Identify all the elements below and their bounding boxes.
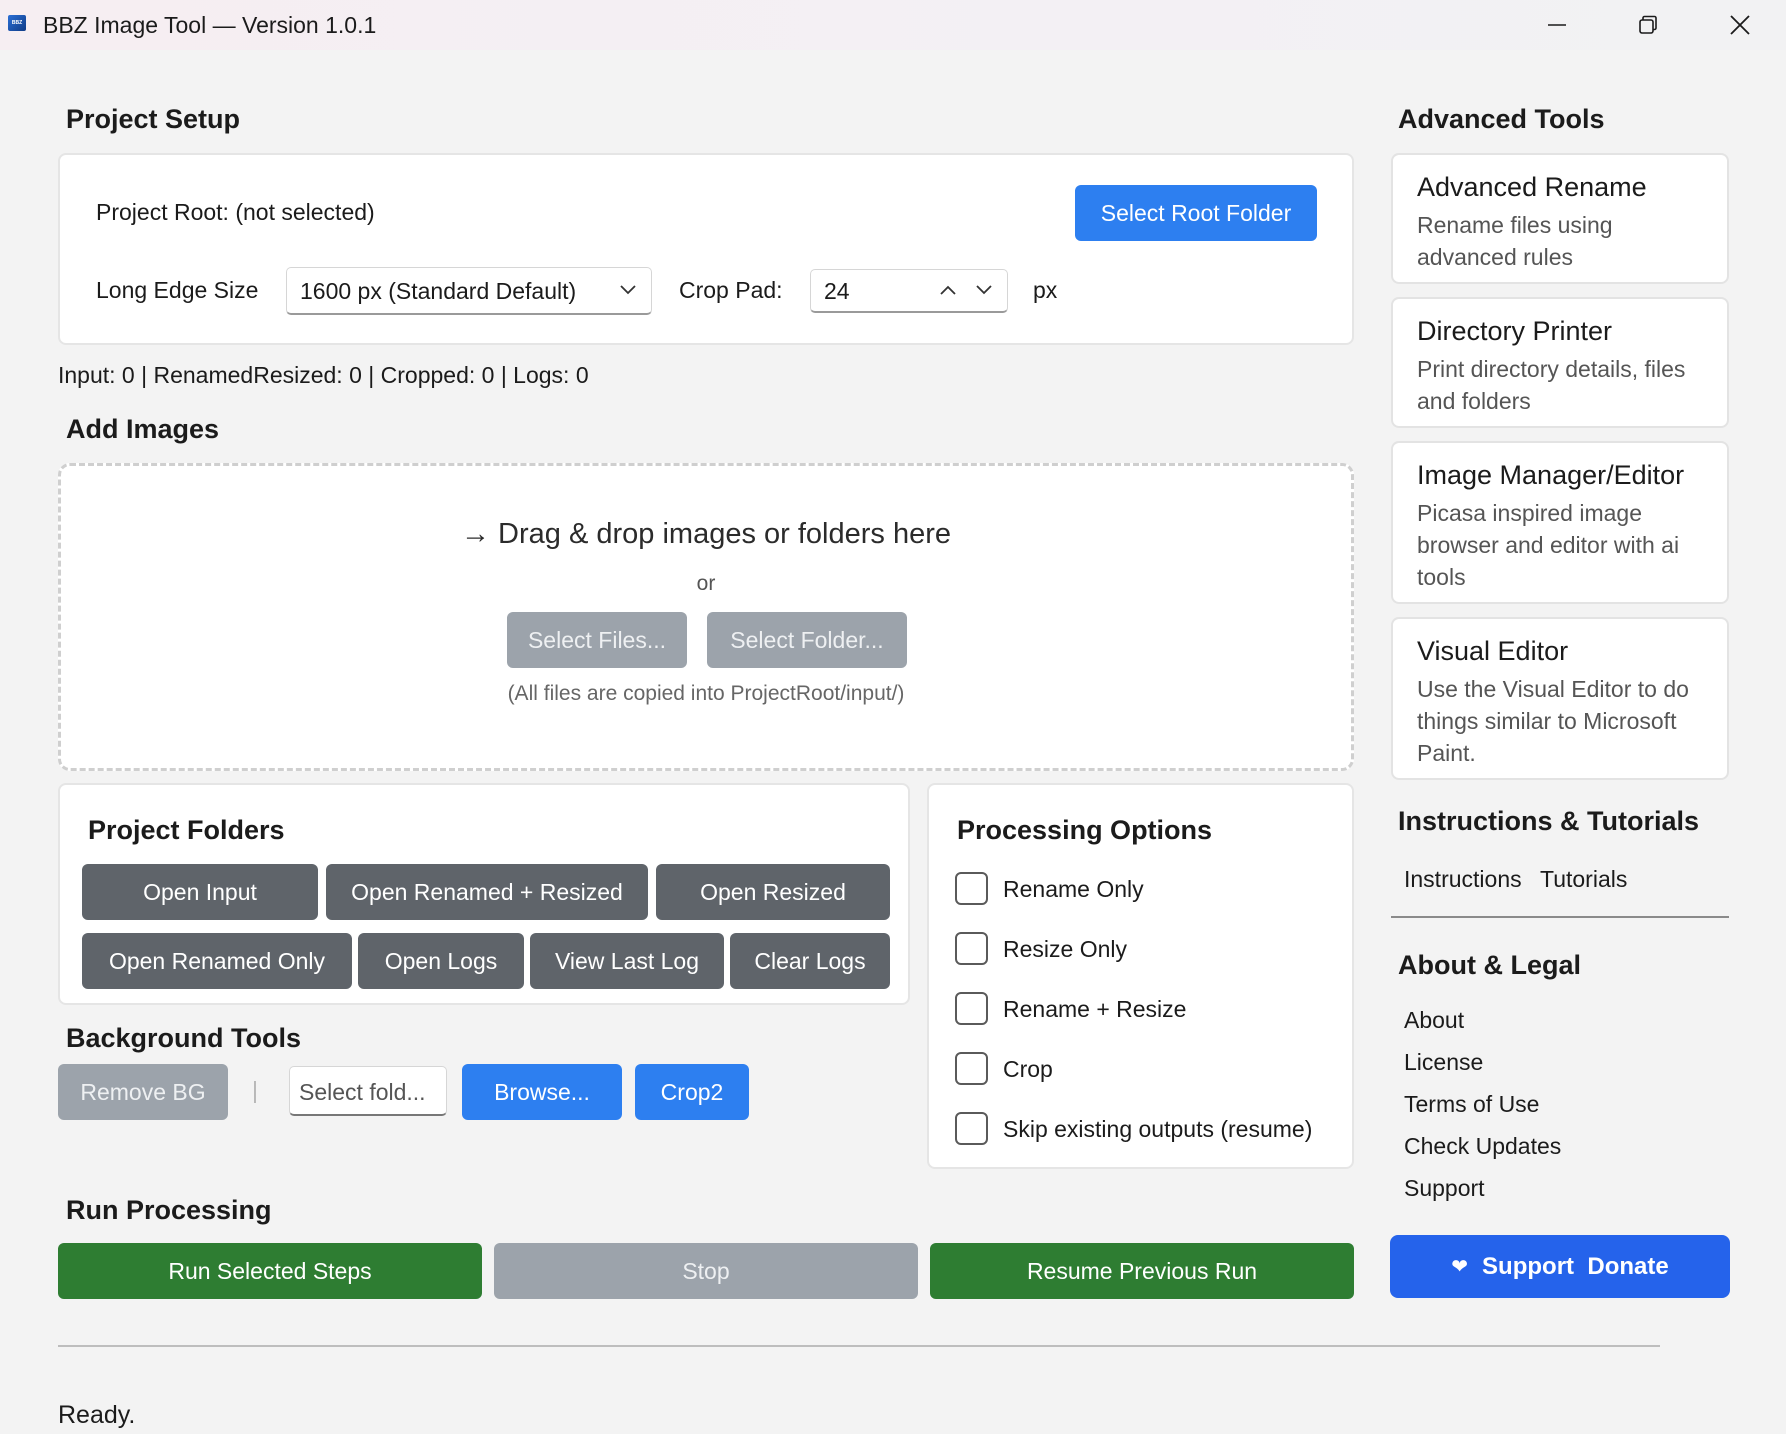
processing-options-heading: Processing Options bbox=[957, 815, 1213, 845]
donate-button[interactable]: ❤ Support Donate bbox=[1390, 1235, 1730, 1298]
minimize-button[interactable] bbox=[1511, 0, 1603, 50]
run-selected-steps-button[interactable]: Run Selected Steps bbox=[58, 1243, 482, 1299]
close-icon bbox=[1730, 15, 1750, 35]
remove-bg-button[interactable]: Remove BG bbox=[58, 1064, 228, 1120]
terms-of-use-link[interactable]: Terms of Use bbox=[1404, 1091, 1539, 1118]
separator: | bbox=[252, 1077, 258, 1103]
project-setup-card: Project Root: (not selected) Select Root… bbox=[58, 153, 1354, 345]
add-images-heading: Add Images bbox=[66, 414, 220, 444]
resume-previous-run-button[interactable]: Resume Previous Run bbox=[930, 1243, 1354, 1299]
skip-existing-checkbox[interactable] bbox=[955, 1112, 988, 1145]
select-folder-button[interactable]: Select Folder... bbox=[707, 612, 907, 668]
heart-icon: ❤ bbox=[1451, 1256, 1469, 1278]
open-logs-button[interactable]: Open Logs bbox=[358, 933, 524, 989]
window-title: BBZ Image Tool — Version 1.0.1 bbox=[43, 12, 377, 38]
crop-pad-value: 24 bbox=[824, 278, 850, 304]
crop-label[interactable]: Crop bbox=[1003, 1056, 1053, 1083]
image-manager-title: Image Manager/Editor bbox=[1417, 460, 1685, 490]
stop-button[interactable]: Stop bbox=[494, 1243, 918, 1299]
drop-zone-text: → Drag & drop images or folders here bbox=[461, 518, 951, 550]
image-manager-desc: Picasa inspired image browser and editor… bbox=[1417, 500, 1680, 590]
crop-pad-unit: px bbox=[1033, 277, 1058, 303]
project-folders-card: Project Folders Open Input Open Renamed … bbox=[58, 783, 910, 1005]
directory-printer-title: Directory Printer bbox=[1417, 316, 1613, 346]
about-link[interactable]: About bbox=[1404, 1007, 1464, 1034]
instructions-link[interactable]: Instructions bbox=[1404, 866, 1522, 893]
spin-up-icon[interactable] bbox=[939, 284, 957, 296]
project-root-label: Project Root: (not selected) bbox=[96, 199, 375, 225]
advanced-rename-desc: Rename files using advanced rules bbox=[1417, 212, 1613, 270]
directory-printer-desc: Print directory details, files and folde… bbox=[1417, 356, 1686, 414]
open-renamed-only-button[interactable]: Open Renamed Only bbox=[82, 933, 352, 989]
maximize-button[interactable] bbox=[1602, 0, 1694, 50]
status-text: Ready. bbox=[58, 1401, 136, 1429]
open-input-button[interactable]: Open Input bbox=[82, 864, 318, 920]
rename-only-label[interactable]: Rename Only bbox=[1003, 876, 1144, 903]
support-link[interactable]: Support bbox=[1404, 1175, 1485, 1202]
advanced-rename-card[interactable]: Advanced Rename Rename files using advan… bbox=[1391, 153, 1729, 284]
advanced-tools-heading: Advanced Tools bbox=[1398, 104, 1605, 134]
project-folders-heading: Project Folders bbox=[88, 815, 285, 845]
sidebar-divider bbox=[1391, 916, 1729, 918]
folder-input-placeholder: Select fold... bbox=[299, 1079, 426, 1105]
tutorials-link[interactable]: Tutorials bbox=[1540, 866, 1627, 893]
background-tools-heading: Background Tools bbox=[66, 1023, 302, 1053]
visual-editor-title: Visual Editor bbox=[1417, 636, 1569, 666]
image-manager-card[interactable]: Image Manager/Editor Picasa inspired ima… bbox=[1391, 441, 1729, 604]
select-files-button[interactable]: Select Files... bbox=[507, 612, 687, 668]
long-edge-label: Long Edge Size bbox=[96, 277, 259, 303]
app-icon: BBZ bbox=[8, 15, 26, 31]
long-edge-value: 1600 px (Standard Default) bbox=[300, 278, 577, 304]
visual-editor-card[interactable]: Visual Editor Use the Visual Editor to d… bbox=[1391, 617, 1729, 780]
directory-printer-card[interactable]: Directory Printer Print directory detail… bbox=[1391, 297, 1729, 428]
processing-options-card: Processing Options Rename Only Resize On… bbox=[927, 783, 1354, 1169]
crop2-button[interactable]: Crop2 bbox=[635, 1064, 749, 1120]
rename-only-checkbox[interactable] bbox=[955, 872, 988, 905]
crop-pad-label: Crop Pad: bbox=[679, 277, 783, 303]
close-button[interactable] bbox=[1694, 0, 1786, 50]
open-resized-button[interactable]: Open Resized bbox=[656, 864, 890, 920]
resize-only-label[interactable]: Resize Only bbox=[1003, 936, 1127, 963]
about-heading: About & Legal bbox=[1398, 950, 1581, 980]
select-root-folder-button[interactable]: Select Root Folder bbox=[1075, 185, 1317, 241]
title-bar: BBZ BBZ Image Tool — Version 1.0.1 bbox=[0, 0, 1786, 50]
instructions-heading: Instructions & Tutorials bbox=[1398, 806, 1700, 836]
rename-resize-label[interactable]: Rename + Resize bbox=[1003, 996, 1186, 1023]
skip-existing-label[interactable]: Skip existing outputs (resume) bbox=[1003, 1116, 1312, 1143]
folder-input[interactable]: Select fold... bbox=[289, 1066, 447, 1116]
browse-button[interactable]: Browse... bbox=[462, 1064, 622, 1120]
or-text: or bbox=[696, 572, 716, 595]
open-renamed-resized-button[interactable]: Open Renamed + Resized bbox=[326, 864, 648, 920]
spin-down-icon[interactable] bbox=[975, 284, 993, 296]
long-edge-select[interactable]: 1600 px (Standard Default) bbox=[286, 267, 652, 315]
clear-logs-button[interactable]: Clear Logs bbox=[730, 933, 890, 989]
chevron-down-icon bbox=[620, 285, 636, 295]
check-updates-link[interactable]: Check Updates bbox=[1404, 1133, 1561, 1160]
drop-zone[interactable]: → Drag & drop images or folders here or … bbox=[58, 463, 1354, 771]
view-last-log-button[interactable]: View Last Log bbox=[530, 933, 724, 989]
status-divider bbox=[58, 1345, 1660, 1347]
restore-icon bbox=[1639, 15, 1657, 34]
run-processing-heading: Run Processing bbox=[66, 1195, 272, 1225]
resize-only-checkbox[interactable] bbox=[955, 932, 988, 965]
crop-pad-spinbox[interactable]: 24 bbox=[810, 269, 1008, 313]
donate-label: Support Donate bbox=[1482, 1252, 1669, 1280]
advanced-rename-title: Advanced Rename bbox=[1417, 172, 1647, 202]
crop-checkbox[interactable] bbox=[955, 1052, 988, 1085]
drop-zone-note: (All files are copied into ProjectRoot/i… bbox=[507, 682, 905, 705]
stats-line: Input: 0 | RenamedResized: 0 | Cropped: … bbox=[58, 362, 589, 388]
rename-resize-checkbox[interactable] bbox=[955, 992, 988, 1025]
license-link[interactable]: License bbox=[1404, 1049, 1483, 1076]
visual-editor-desc: Use the Visual Editor to do things simil… bbox=[1417, 676, 1689, 766]
project-setup-heading: Project Setup bbox=[66, 104, 241, 134]
minimize-icon bbox=[1548, 24, 1566, 26]
